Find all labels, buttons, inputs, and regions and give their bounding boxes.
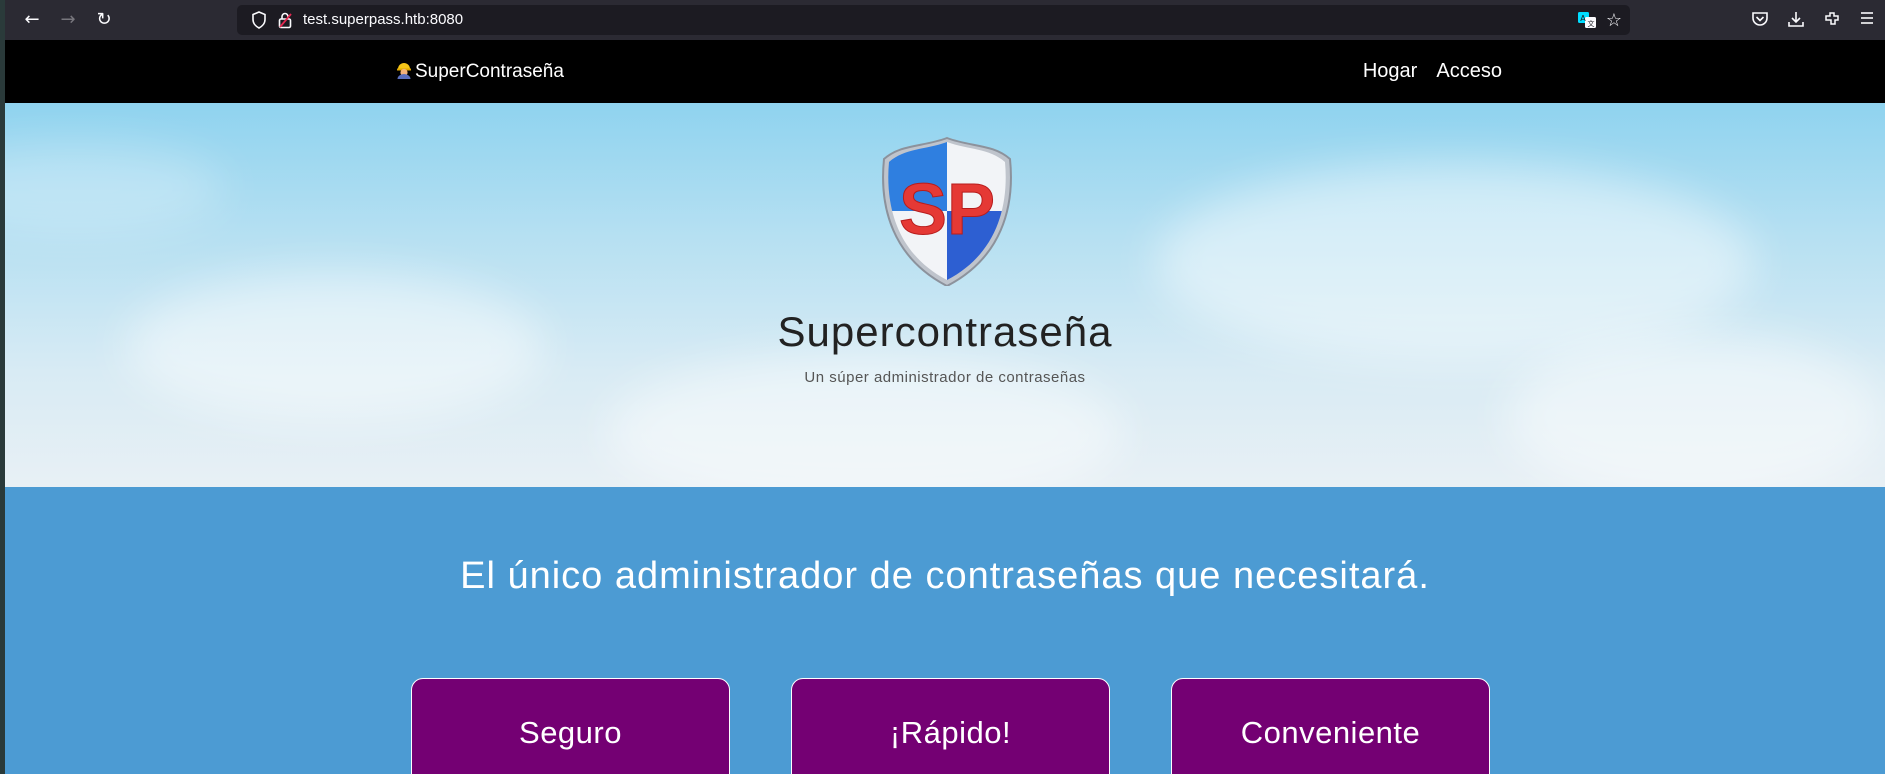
feature-card: Seguro [411,678,730,774]
extensions-icon[interactable] [1823,10,1841,33]
shield-icon[interactable] [251,11,267,33]
feature-card: Conveniente [1171,678,1490,774]
star-icon[interactable]: ☆ [1606,10,1622,31]
brand-label: SuperContraseña [415,61,564,82]
svg-text:文: 文 [1588,19,1595,28]
download-icon[interactable] [1787,10,1805,33]
cloud-decoration [5,143,225,233]
menu-icon[interactable] [1859,10,1875,31]
feature-card-title: Seguro [519,715,622,750]
feature-card-title: ¡Rápido! [889,715,1012,750]
address-bar[interactable]: test.superpass.htb:8080 A文 ☆ [237,5,1630,35]
translate-icon[interactable]: A文 [1578,12,1596,32]
svg-text:A: A [1580,14,1586,23]
reload-icon[interactable]: ↻ [94,10,114,30]
lock-icon[interactable] [277,11,293,33]
browser-toolbar: ← → ↻ test.superpass.htb:8080 A文 ☆ [5,0,1885,40]
forward-icon[interactable]: → [58,10,78,30]
cloud-decoration [1505,333,1885,487]
features-section: El único administrador de contraseñas qu… [5,487,1885,774]
nav-link-hogar[interactable]: Hogar [1363,60,1417,82]
nav-link-acceso[interactable]: Acceso [1436,60,1502,82]
hero-section: SP Supercontraseña Un súper administrado… [5,103,1885,487]
pocket-icon[interactable] [1751,10,1769,33]
hero-subtitle: Un súper administrador de contraseñas [804,369,1086,386]
superpass-logo: SP [877,136,1017,290]
feature-card: ¡Rápido! [791,678,1110,774]
nav-links: Hogar Acceso [1349,40,1502,103]
features-heading: El único administrador de contraseñas qu… [460,555,1430,597]
worker-emoji-icon [395,42,413,79]
feature-card-title: Conveniente [1240,715,1421,750]
site-navbar: SuperContraseña Hogar Acceso [5,40,1885,103]
logo-text: SP [899,170,995,250]
brand-link[interactable]: SuperContraseña [395,40,564,103]
url-text[interactable]: test.superpass.htb:8080 [303,5,463,35]
back-icon[interactable]: ← [22,10,42,30]
hero-title: Supercontraseña [777,308,1113,355]
